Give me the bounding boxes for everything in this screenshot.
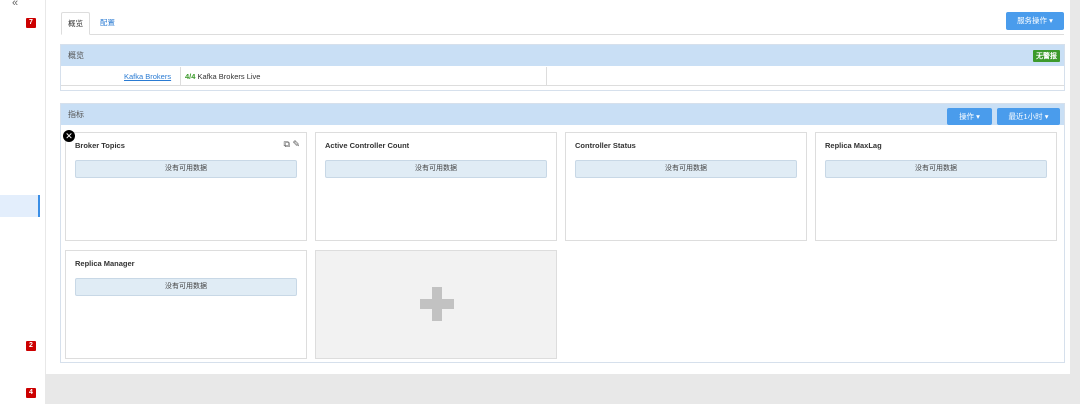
status-badge: 无警报 (1033, 50, 1060, 62)
live-count: 4/4 (185, 72, 196, 81)
copy-icon[interactable]: ⧉ (284, 139, 290, 149)
sidebar-item-active[interactable] (0, 195, 40, 217)
brokers-live-status: 4/4 Kafka Brokers Live (185, 72, 260, 81)
tab-overview[interactable]: 概览 (61, 12, 90, 35)
widget-title: Controller Status (575, 141, 636, 150)
add-widget-button[interactable] (315, 250, 557, 359)
widget-title: Replica MaxLag (825, 141, 882, 150)
overview-header: 概览 无警报 (61, 45, 1064, 66)
tab-bar: 概览 配置 服务操作 ▾ (61, 12, 1064, 35)
overview-row: Kafka Brokers 4/4 Kafka Brokers Live (61, 67, 1064, 86)
overview-title: 概览 (68, 51, 84, 60)
metrics-title: 指标 (68, 110, 84, 119)
metric-widget[interactable]: ✕ Broker Topics ⧉ ✎ 没有可用数据 (63, 130, 307, 241)
no-data-message: 没有可用数据 (75, 278, 297, 296)
alert-count-badge[interactable]: 7 (26, 18, 36, 28)
edit-icon[interactable]: ✎ (292, 139, 300, 149)
overview-panel: 概览 无警报 Kafka Brokers 4/4 Kafka Brokers L… (60, 44, 1065, 91)
alert-count-badge[interactable]: 2 (26, 341, 36, 351)
metrics-panel: 指标 操作 ▾ 最近1小时 ▾ ✕ Broker Topics ⧉ ✎ 没有可用… (60, 103, 1065, 363)
overview-cell: Kafka Brokers 4/4 Kafka Brokers Live (61, 67, 547, 86)
cell-divider (180, 67, 181, 86)
plus-icon (432, 287, 442, 321)
widget-title: Active Controller Count (325, 141, 410, 150)
widget-title: Replica Manager (75, 259, 135, 268)
sidebar: « 7 2 4 (0, 0, 45, 404)
metric-widget[interactable]: Controller Status 没有可用数据 (565, 132, 807, 241)
collapse-sidebar-icon[interactable]: « (12, 0, 18, 9)
live-text: Kafka Brokers Live (195, 72, 261, 81)
actions-button[interactable]: 操作 ▾ (947, 108, 992, 125)
widget-tools: ⧉ ✎ (284, 139, 301, 150)
service-actions-button[interactable]: 服务操作 ▾ (1006, 12, 1064, 30)
widget-title: Broker Topics (75, 141, 125, 150)
metric-widget[interactable]: Replica Manager 没有可用数据 (65, 250, 307, 359)
alert-count-badge[interactable]: 4 (26, 388, 36, 398)
no-data-message: 没有可用数据 (575, 160, 797, 178)
main-content: 概览 配置 服务操作 ▾ 概览 无警报 Kafka Brokers 4/4 Ka… (46, 0, 1070, 374)
metric-widget[interactable]: Replica MaxLag 没有可用数据 (815, 132, 1057, 241)
no-data-message: 没有可用数据 (325, 160, 547, 178)
tab-config[interactable]: 配置 (94, 12, 121, 35)
no-data-message: 没有可用数据 (75, 160, 297, 178)
close-icon[interactable]: ✕ (63, 130, 75, 142)
kafka-brokers-link[interactable]: Kafka Brokers (124, 72, 171, 81)
time-range-button[interactable]: 最近1小时 ▾ (997, 108, 1060, 125)
no-data-message: 没有可用数据 (825, 160, 1047, 178)
metric-widget[interactable]: Active Controller Count 没有可用数据 (315, 132, 557, 241)
metrics-header: 指标 操作 ▾ 最近1小时 ▾ (61, 104, 1064, 125)
